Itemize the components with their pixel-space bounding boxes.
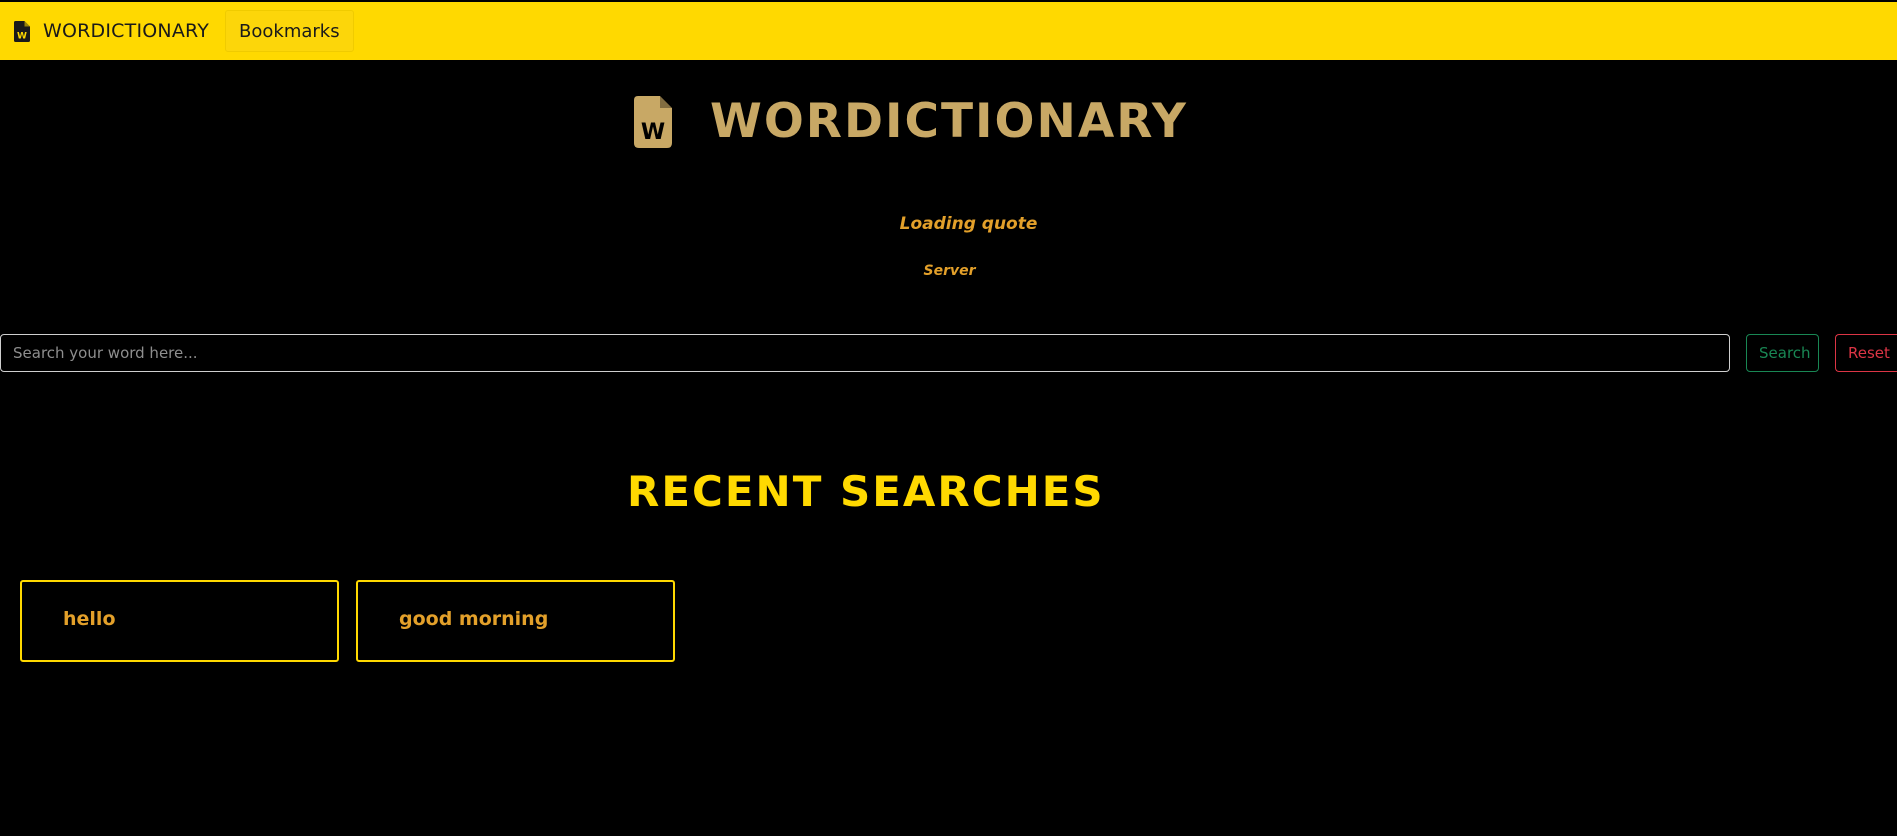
hero: W WORDICTIONARY — [634, 96, 1188, 148]
file-word-icon: W — [14, 20, 30, 42]
navbar-brand[interactable]: W WORDICTIONARY — [14, 2, 209, 60]
brand-label: WORDICTIONARY — [43, 20, 210, 42]
recent-search-card[interactable]: hello — [20, 580, 339, 662]
file-word-icon: W — [634, 96, 672, 148]
recent-searches-list: hello good morning — [20, 580, 692, 662]
svg-text:W: W — [641, 120, 665, 145]
nav-link-bookmarks[interactable]: Bookmarks — [225, 10, 354, 52]
navbar: W WORDICTIONARY Bookmarks — [0, 2, 1897, 60]
recent-searches-title: RECENT SEARCHES — [627, 467, 1105, 516]
recent-search-word: good morning — [399, 608, 549, 630]
search-bar: Search Reset — [0, 334, 1897, 372]
hero-title: WORDICTIONARY — [710, 94, 1188, 149]
quote-author: Server — [923, 263, 976, 279]
reset-button[interactable]: Reset — [1835, 334, 1897, 372]
svg-text:W: W — [17, 31, 27, 41]
search-button[interactable]: Search — [1746, 334, 1819, 372]
recent-search-word: hello — [63, 608, 116, 630]
quote-text: Loading quote — [899, 214, 1038, 234]
search-input[interactable] — [0, 334, 1730, 372]
recent-search-card[interactable]: good morning — [356, 580, 675, 662]
